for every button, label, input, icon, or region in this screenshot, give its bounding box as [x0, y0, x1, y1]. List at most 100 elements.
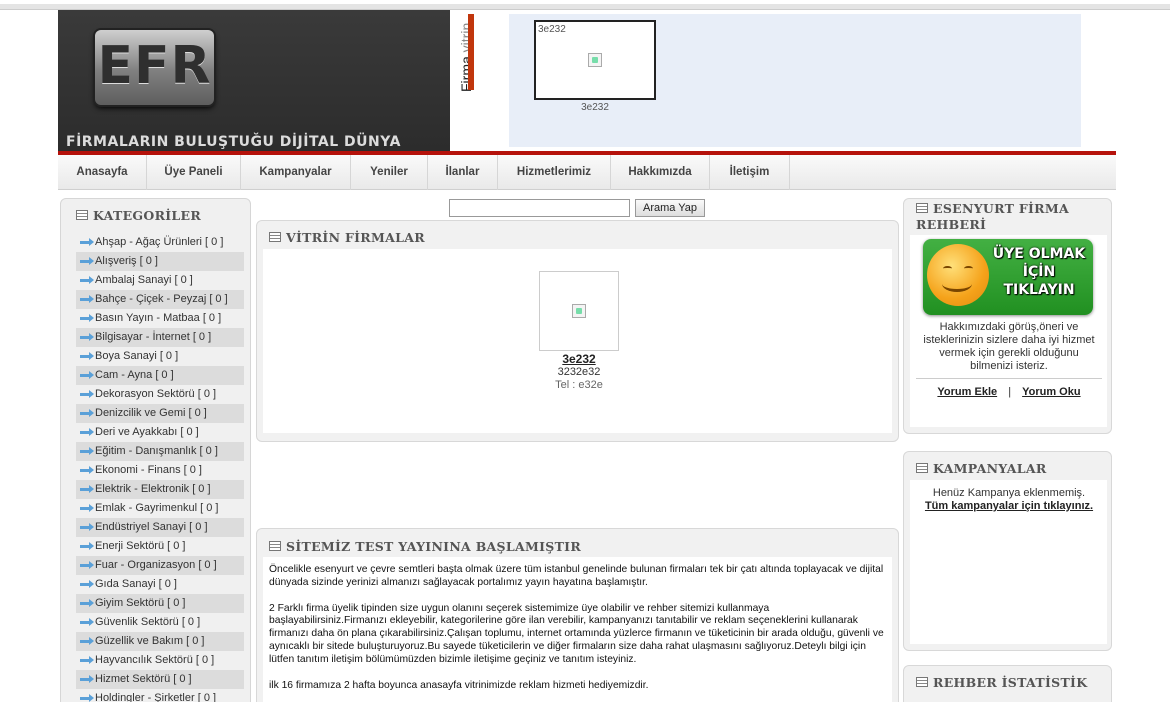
- categories-title: KATEGORİLER: [93, 208, 202, 223]
- arrow-right-icon: [80, 371, 94, 379]
- category-item[interactable]: Ekonomi - Finans [ 0 ]: [76, 461, 244, 480]
- yorum-oku-link[interactable]: Yorum Oku: [1022, 386, 1080, 398]
- announcement-body: Öncelikle esenyurt ve çevre semtleri baş…: [269, 564, 889, 702]
- firm-phone: Tel : e32e: [555, 379, 603, 391]
- broken-image-icon: [588, 53, 602, 67]
- list-icon: [269, 541, 281, 551]
- join-line-2: İÇİN: [1022, 264, 1056, 280]
- arrow-right-icon: [80, 276, 94, 284]
- category-item[interactable]: Emlak - Gayrimenkul [ 0 ]: [76, 499, 244, 518]
- banner-caption[interactable]: 3e232: [534, 102, 656, 113]
- nav-uye-paneli[interactable]: Üye Paneli: [147, 155, 241, 190]
- arrow-right-icon: [80, 580, 94, 588]
- arrow-right-icon: [80, 238, 94, 246]
- category-item[interactable]: Hizmet Sektörü [ 0 ]: [76, 670, 244, 689]
- search-input[interactable]: [449, 199, 630, 217]
- arrow-right-icon: [80, 295, 94, 303]
- join-line-3: TIKLAYIN: [1003, 282, 1075, 298]
- category-item[interactable]: Basın Yayın - Matbaa [ 0 ]: [76, 309, 244, 328]
- firm-name-link[interactable]: 3e232: [499, 352, 659, 366]
- announcement-title: SİTEMİZ TEST YAYININA BAŞLAMIŞTIR: [286, 539, 582, 554]
- arrow-right-icon: [80, 352, 94, 360]
- site-header: EFR FİRMALARIN BULUŞTUĞU DİJİTAL DÜNYA F…: [58, 10, 1116, 151]
- category-item[interactable]: Eğitim - Danışmanlık [ 0 ]: [76, 442, 244, 461]
- banner-firm-image[interactable]: 3e232: [534, 20, 656, 100]
- category-item[interactable]: Gıda Sanayi [ 0 ]: [76, 575, 244, 594]
- category-item[interactable]: Güvenlik Sektörü [ 0 ]: [76, 613, 244, 632]
- category-item[interactable]: Bilgisayar - İnternet [ 0 ]: [76, 328, 244, 347]
- divider: [916, 378, 1102, 379]
- category-list: Ahşap - Ağaç Ürünleri [ 0 ] Alışveriş [ …: [76, 233, 244, 702]
- list-icon: [916, 677, 928, 687]
- list-icon: [269, 232, 281, 242]
- category-item[interactable]: Ahşap - Ağaç Ürünleri [ 0 ]: [76, 233, 244, 252]
- firm-image[interactable]: [539, 271, 619, 351]
- banner-alt-text: 3e232: [538, 24, 566, 35]
- arrow-right-icon: [80, 314, 94, 322]
- category-item[interactable]: Holdingler - Şirketler [ 0 ]: [76, 689, 244, 702]
- rehber-title-2: REHBERİ: [916, 217, 987, 232]
- vitrin-title: VİTRİN FİRMALAR: [286, 230, 425, 245]
- arrow-right-icon: [80, 618, 94, 626]
- arrow-right-icon: [80, 466, 94, 474]
- search-button[interactable]: Arama Yap: [635, 199, 705, 217]
- arrow-right-icon: [80, 523, 94, 531]
- rehber-panel: ESENYURT FİRMA REHBERİ ÜYE OLMAK İÇİN TIK…: [903, 198, 1112, 434]
- arrow-right-icon: [80, 485, 94, 493]
- category-item[interactable]: Ambalaj Sanayi [ 0 ]: [76, 271, 244, 290]
- logo-text: EFR: [97, 36, 212, 96]
- nav-hizmetlerimiz[interactable]: Hizmetlerimiz: [498, 155, 611, 190]
- arrow-right-icon: [80, 561, 94, 569]
- join-line-1: ÜYE OLMAK: [992, 246, 1086, 262]
- all-campaigns-link[interactable]: Tüm kampanyalar için tıklayınız.: [925, 500, 1093, 512]
- rehber-title-1: ESENYURT FİRMA: [933, 201, 1069, 216]
- arrow-right-icon: [80, 637, 94, 645]
- arrow-right-icon: [80, 599, 94, 607]
- category-item[interactable]: Bahçe - Çiçek - Peyzaj [ 0 ]: [76, 290, 244, 309]
- list-icon: [916, 203, 928, 213]
- broken-image-icon: [572, 304, 586, 318]
- arrow-right-icon: [80, 656, 94, 664]
- firm-description: 3232e32: [557, 366, 601, 378]
- nav-kampanyalar[interactable]: Kampanyalar: [241, 155, 351, 190]
- link-separator: |: [1008, 386, 1012, 398]
- smiley-icon: [927, 244, 989, 306]
- yorum-ekle-link[interactable]: Yorum Ekle: [937, 386, 997, 398]
- category-item[interactable]: Dekorasyon Sektörü [ 0 ]: [76, 385, 244, 404]
- arrow-right-icon: [80, 428, 94, 436]
- category-item[interactable]: Endüstriyel Sanayi [ 0 ]: [76, 518, 244, 537]
- nav-ilanlar[interactable]: İlanlar: [428, 155, 498, 190]
- banner-showcase: 3e232 3e232: [509, 14, 1081, 147]
- category-item[interactable]: Denizcilik ve Gemi [ 0 ]: [76, 404, 244, 423]
- firma-vitrin-label: Firma vitrin: [452, 12, 474, 92]
- category-item[interactable]: Güzellik ve Bakım [ 0 ]: [76, 632, 244, 651]
- announcement-paragraph: Öncelikle esenyurt ve çevre semtleri baş…: [269, 564, 884, 588]
- category-item[interactable]: Hayvancılık Sektörü [ 0 ]: [76, 651, 244, 670]
- site-logo[interactable]: EFR: [95, 30, 214, 105]
- announcement-paragraph: ilk 16 firmamıza 2 hafta boyunca anasayf…: [269, 679, 649, 691]
- istatistik-panel: REHBER İSTATİSTİK: [903, 665, 1112, 702]
- category-item[interactable]: Enerji Sektörü [ 0 ]: [76, 537, 244, 556]
- category-item[interactable]: Fuar - Organizasyon [ 0 ]: [76, 556, 244, 575]
- category-item[interactable]: Deri ve Ayakkabı [ 0 ]: [76, 423, 244, 442]
- list-icon: [76, 210, 88, 220]
- category-item[interactable]: Elektrik - Elektronik [ 0 ]: [76, 480, 244, 499]
- arrow-right-icon: [80, 333, 94, 341]
- nav-anasayfa[interactable]: Anasayfa: [58, 155, 147, 190]
- logo-area: EFR FİRMALARIN BULUŞTUĞU DİJİTAL DÜNYA: [58, 10, 450, 151]
- rehber-info-text: Hakkımızdaki görüş,öneri ve istekleriniz…: [923, 321, 1095, 372]
- category-item[interactable]: Boya Sanayi [ 0 ]: [76, 347, 244, 366]
- arrow-right-icon: [80, 542, 94, 550]
- arrow-right-icon: [80, 675, 94, 683]
- nav-iletisim[interactable]: İletişim: [710, 155, 790, 190]
- join-banner-button[interactable]: ÜYE OLMAK İÇİN TIKLAYIN: [923, 239, 1093, 315]
- nav-yeniler[interactable]: Yeniler: [351, 155, 428, 190]
- list-icon: [916, 463, 928, 473]
- category-item[interactable]: Giyim Sektörü [ 0 ]: [76, 594, 244, 613]
- announcement-panel: SİTEMİZ TEST YAYININA BAŞLAMIŞTIR Önceli…: [256, 528, 899, 702]
- category-item[interactable]: Cam - Ayna [ 0 ]: [76, 366, 244, 385]
- arrow-right-icon: [80, 257, 94, 265]
- arrow-right-icon: [80, 447, 94, 455]
- category-item[interactable]: Alışveriş [ 0 ]: [76, 252, 244, 271]
- nav-hakkimizda[interactable]: Hakkımızda: [611, 155, 710, 190]
